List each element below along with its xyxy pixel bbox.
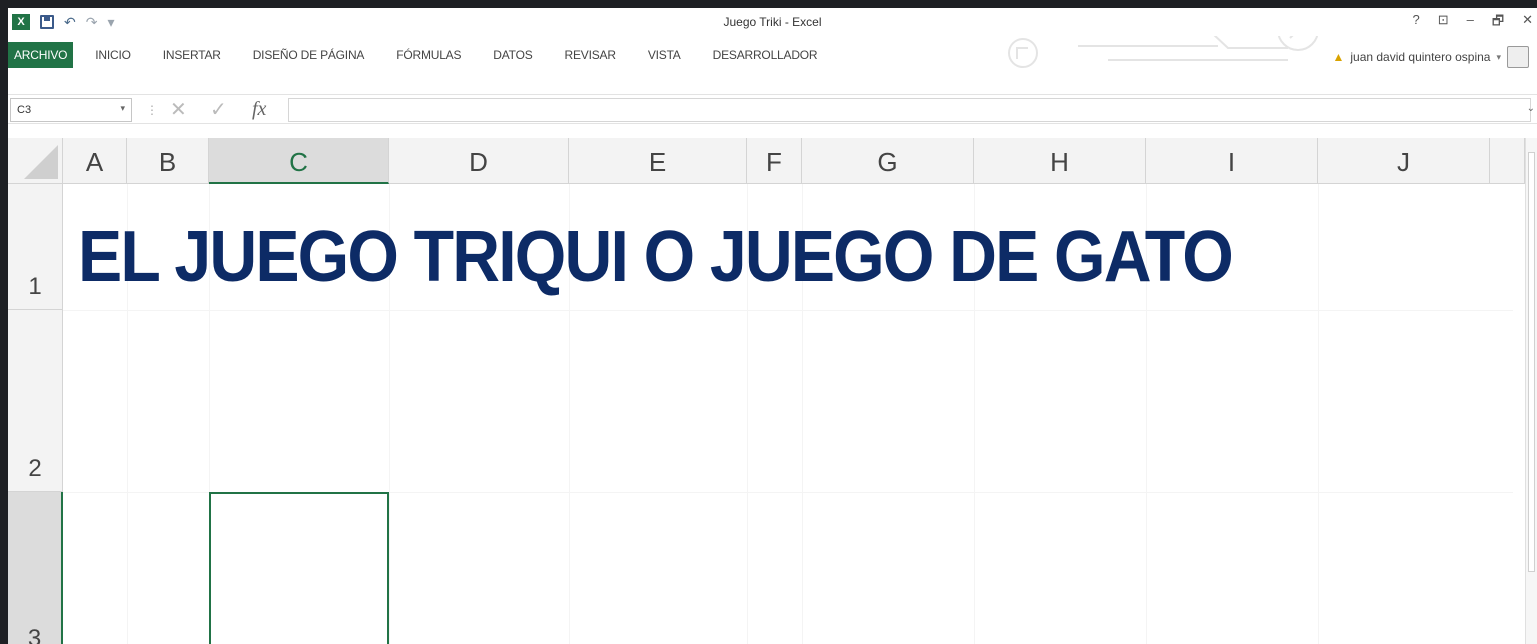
- select-all-button[interactable]: [8, 138, 63, 184]
- tab-formulas[interactable]: FÓRMULAS: [380, 42, 477, 68]
- row-header-label: 2: [28, 455, 42, 482]
- tab-revisar[interactable]: REVISAR: [549, 42, 632, 68]
- gridline: [63, 310, 1513, 311]
- formula-bar: C3 ▾ ⋮ ✕ ✓ fx ⌄: [8, 94, 1537, 124]
- enter-icon[interactable]: ✓: [210, 97, 227, 122]
- avatar: [1507, 46, 1529, 68]
- ribbon-display-icon[interactable]: ⊡: [1438, 12, 1449, 34]
- column-header-d[interactable]: D: [389, 138, 569, 184]
- window-title: Juego Triki - Excel: [723, 15, 822, 29]
- name-box-value: C3: [17, 104, 32, 116]
- gridline: [1318, 184, 1319, 644]
- ribbon-tabs: ARCHIVO INICIO INSERTAR DISEÑO DE PÁGINA…: [8, 42, 833, 68]
- minimize-icon[interactable]: –: [1467, 12, 1474, 34]
- column-header-f[interactable]: F: [747, 138, 802, 184]
- row-header-2[interactable]: 2: [8, 310, 63, 492]
- formula-input[interactable]: [288, 98, 1531, 122]
- cancel-icon[interactable]: ✕: [170, 97, 187, 122]
- row-header-label: 1: [28, 273, 42, 300]
- row-header-3[interactable]: 3: [8, 492, 63, 644]
- window-controls: ? ⊡ – 🗗 ✕: [1413, 12, 1534, 34]
- vertical-scrollbar[interactable]: [1525, 138, 1537, 644]
- scrollbar-thumb[interactable]: [1528, 152, 1535, 572]
- tab-datos[interactable]: DATOS: [477, 42, 548, 68]
- column-header-e[interactable]: E: [569, 138, 747, 184]
- column-header-h[interactable]: H: [974, 138, 1146, 184]
- tab-desarrollador[interactable]: DESARROLLADOR: [697, 42, 834, 68]
- active-cell-c3[interactable]: [209, 492, 389, 644]
- tab-inicio[interactable]: INICIO: [79, 42, 146, 68]
- user-name: juan david quintero ospina: [1350, 50, 1491, 64]
- tab-archivo[interactable]: ARCHIVO: [8, 42, 74, 68]
- close-icon[interactable]: ✕: [1522, 12, 1533, 34]
- column-header-i[interactable]: I: [1146, 138, 1318, 184]
- cell-a1-title[interactable]: EL JUEGO TRIQUI O JUEGO DE GATO: [78, 216, 1234, 298]
- column-header-a[interactable]: A: [63, 138, 127, 184]
- expand-formula-bar-icon[interactable]: ⌄: [1527, 103, 1535, 114]
- user-account[interactable]: ▲ juan david quintero ospina ▾: [1332, 46, 1529, 68]
- name-box[interactable]: C3 ▾: [10, 98, 132, 122]
- tab-diseno-de-pagina[interactable]: DISEÑO DE PÁGINA: [237, 42, 381, 68]
- column-header-k[interactable]: [1490, 138, 1525, 184]
- restore-icon[interactable]: 🗗: [1492, 12, 1504, 34]
- insert-function-icon[interactable]: fx: [252, 98, 266, 121]
- row-header-1[interactable]: 1: [8, 184, 63, 310]
- title-bar: X ↶ ↷ ▾ Juego Triki - Excel ? ⊡ – 🗗 ✕: [8, 8, 1537, 36]
- warning-icon: ▲: [1332, 50, 1345, 64]
- help-icon[interactable]: ?: [1413, 12, 1420, 34]
- chevron-down-icon[interactable]: ▾: [120, 103, 125, 114]
- tab-vista[interactable]: VISTA: [632, 42, 697, 68]
- excel-window: X ↶ ↷ ▾ Juego Triki - Excel ? ⊡ – 🗗 ✕ AR…: [8, 8, 1537, 644]
- worksheet-grid: A B C D E F G H I J 1 2 3 EL JUEGO TRIQU…: [8, 138, 1537, 644]
- column-header-g[interactable]: G: [802, 138, 974, 184]
- column-header-j[interactable]: J: [1318, 138, 1490, 184]
- column-header-b[interactable]: B: [127, 138, 209, 184]
- formula-bar-grip: ⋮: [146, 103, 158, 117]
- chevron-down-icon: ▾: [1496, 51, 1501, 62]
- column-header-c[interactable]: C: [209, 138, 389, 184]
- tab-insertar[interactable]: INSERTAR: [147, 42, 237, 68]
- row-header-label: 3: [27, 625, 42, 644]
